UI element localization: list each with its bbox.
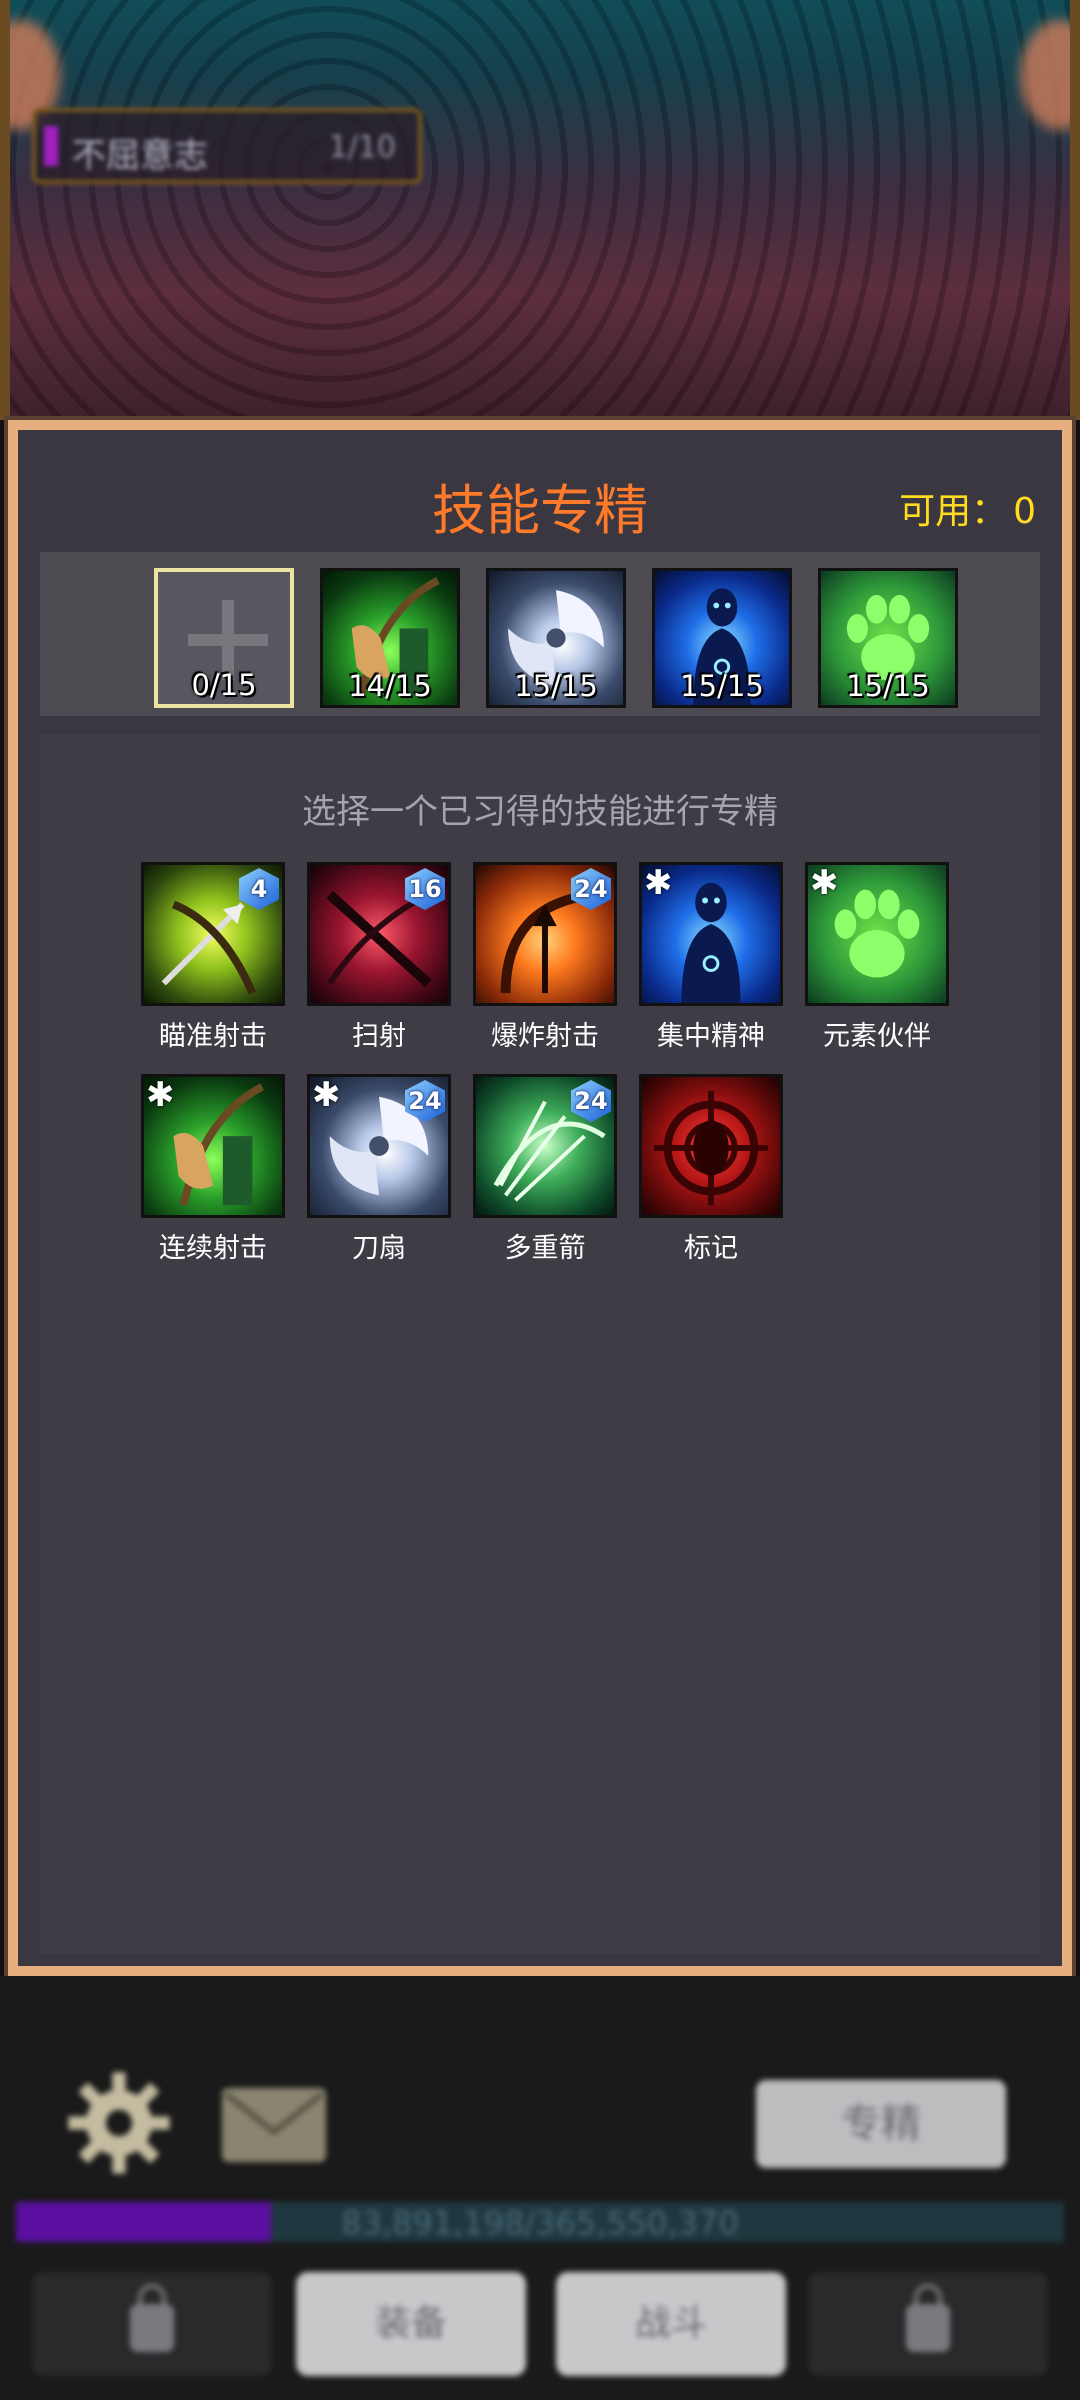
skill-name: 标记: [684, 1233, 738, 1264]
instruction-text: 选择一个已习得的技能进行专精: [302, 792, 778, 832]
slot-count: 15/15: [514, 669, 598, 703]
slot-count: 0/15: [191, 668, 257, 702]
experience-bar: 83,891,198/365,550,370: [16, 2202, 1064, 2242]
green-bow-archer-icon: ✱: [141, 1074, 285, 1218]
skill-mark[interactable]: 标记: [636, 1074, 786, 1265]
star-icon: ✱: [146, 1075, 175, 1115]
star-icon: ✱: [810, 863, 839, 903]
skill-multi-arrow[interactable]: 24 多重箭: [470, 1074, 620, 1265]
skill-elemental-companion[interactable]: ✱ 元素伙伴: [802, 862, 952, 1053]
skill-explosive-shot[interactable]: 24 爆炸射击: [470, 862, 620, 1053]
slot-count: 15/15: [846, 669, 930, 703]
mastery-button[interactable]: 专精: [756, 2080, 1006, 2168]
red-target-mark-icon: [639, 1074, 783, 1218]
slot-count: 15/15: [680, 669, 764, 703]
star-icon: ✱: [312, 1075, 341, 1115]
mail-icon[interactable]: [222, 2088, 326, 2162]
scene-texture: [10, 0, 1070, 420]
game-scene-background: 不屈意志 1/10: [0, 0, 1080, 420]
green-paw-icon: ✱: [805, 862, 949, 1006]
mastery-slot-green-bow[interactable]: 14/15: [320, 568, 460, 708]
stage-progress-count: 1/10: [328, 130, 396, 165]
mastery-slots-bar: 0/15 14/15 15/15 15/15 15/15: [40, 552, 1040, 716]
mastery-slot-axe[interactable]: 15/15: [486, 568, 626, 708]
red-target-glyph: [653, 1090, 769, 1206]
skill-name: 瞄准射击: [159, 1021, 267, 1052]
skill-selection-area: 选择一个已习得的技能进行专精 4 瞄准射击 16 扫射 24 爆炸射击 ✱ 集中…: [40, 734, 1040, 1954]
skill-name: 刀扇: [352, 1233, 406, 1264]
nav-battle[interactable]: 战斗: [556, 2272, 786, 2376]
mastery-slot-empty[interactable]: 0/15: [154, 568, 294, 708]
aimed-arrow-icon: 4: [141, 862, 285, 1006]
skill-name: 多重箭: [504, 1233, 586, 1264]
skill-focus[interactable]: ✱ 集中精神: [636, 862, 786, 1053]
stage-name: 不屈意志: [72, 136, 208, 176]
lock-icon: [906, 2284, 950, 2352]
available-points: 可用： 0: [899, 482, 1036, 534]
spinning-axe-icon: ✱ 24: [307, 1074, 451, 1218]
mastery-slot-focus[interactable]: 15/15: [652, 568, 792, 708]
skill-continuous-shot[interactable]: ✱ 连续射击: [138, 1074, 288, 1265]
gear-icon[interactable]: [64, 2068, 174, 2178]
lock-icon: [130, 2284, 174, 2352]
bottom-game-ui: 专精 83,891,198/365,550,370 装备 战斗: [0, 1976, 1080, 2400]
experience-text: 83,891,198/365,550,370: [341, 2204, 739, 2242]
skill-aimed-shot[interactable]: 4 瞄准射击: [138, 862, 288, 1053]
star-icon: ✱: [644, 863, 673, 903]
skill-mastery-panel: 技能专精 可用： 0 0/15 14/15 15/15 15/15 15/15 …: [8, 420, 1072, 1976]
skill-name: 元素伙伴: [823, 1021, 931, 1052]
skill-blade-fan[interactable]: ✱ 24 刀扇: [304, 1074, 454, 1265]
available-value: 0: [1013, 491, 1036, 532]
explosive-arrow-icon: 24: [473, 862, 617, 1006]
blue-spirit-figure-icon: ✱: [639, 862, 783, 1006]
mastery-slot-paw[interactable]: 15/15: [818, 568, 958, 708]
stage-progress-bar: 不屈意志 1/10: [32, 108, 422, 184]
nav-locked-left[interactable]: [32, 2272, 272, 2376]
available-label: 可用：: [899, 491, 1008, 532]
stage-progress-fill: [44, 126, 58, 166]
skill-name: 扫射: [352, 1021, 406, 1052]
crossbow-strafe-icon: 16: [307, 862, 451, 1006]
skill-name: 连续射击: [159, 1233, 267, 1264]
skill-name: 爆炸射击: [491, 1021, 599, 1052]
nav-equipment[interactable]: 装备: [296, 2272, 526, 2376]
skill-strafe[interactable]: 16 扫射: [304, 862, 454, 1053]
slot-count: 14/15: [348, 669, 432, 703]
multi-arrow-bow-icon: 24: [473, 1074, 617, 1218]
nav-locked-right[interactable]: [808, 2272, 1048, 2376]
skill-name: 集中精神: [657, 1021, 765, 1052]
